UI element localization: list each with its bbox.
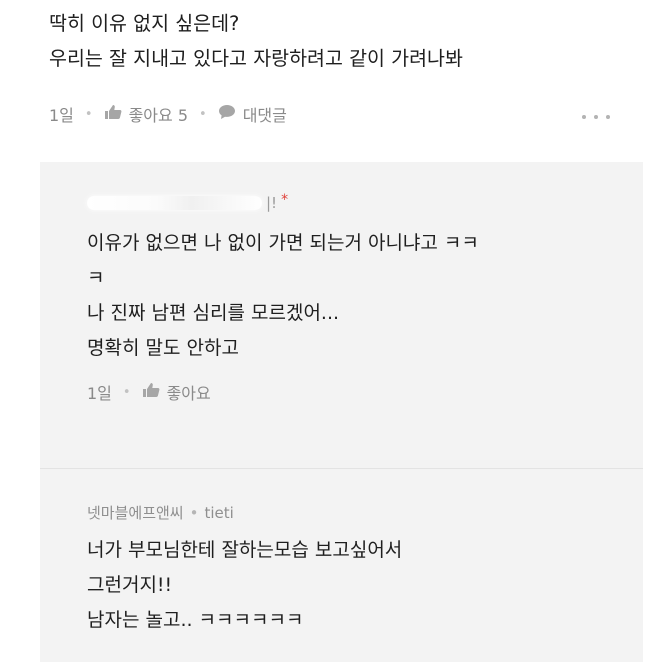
reply-item: |! * 이유가 없으면 나 없이 가면 되는거 아니냐고 ㅋㅋ ㅋ 나 진짜 … (87, 190, 613, 404)
mentioned-user[interactable]: tieti (204, 504, 233, 522)
reply-line: 남자는 놀고.. ㅋㅋㅋㅋㅋㅋ (87, 609, 304, 631)
reply-button[interactable]: 대댓글 (218, 102, 287, 126)
reply-meta: 1일 • 좋아요 (87, 380, 613, 404)
thumbs-up-icon (104, 104, 122, 124)
reply-line: 그런거지!! (87, 574, 173, 596)
author-name[interactable]: 넷마블에프앤씨 (87, 502, 184, 523)
author-name-tail: |! (266, 194, 278, 212)
like-count-label: 좋아요 5 (128, 106, 189, 125)
redacted-author-name (87, 196, 262, 210)
reply-author: 넷마블에프앤씨 • tieti (87, 502, 613, 523)
replies-section: |! * 이유가 없으면 나 없이 가면 되는거 아니냐고 ㅋㅋ ㅋ 나 진짜 … (40, 162, 643, 662)
reply-line: 너가 부모님한테 잘하는모습 보고싶어서 (87, 539, 403, 561)
top-comment-line: 딱히 이유 없지 싶은데? (49, 12, 240, 35)
top-comment-text: 딱히 이유 없지 싶은데? 우리는 잘 지내고 있다고 자랑하려고 같이 가려나… (49, 0, 638, 76)
like-label: 좋아요 (166, 384, 211, 403)
thumbs-up-icon (142, 382, 160, 402)
reply-item: 넷마블에프앤씨 • tieti 너가 부모님한테 잘하는모습 보고싶어서 그런거… (87, 502, 613, 638)
top-comment-line: 우리는 잘 지내고 있다고 자랑하려고 같이 가려나봐 (49, 47, 463, 70)
speech-bubble-icon (218, 104, 236, 124)
reply-line: 이유가 없으면 나 없이 가면 되는거 아니냐고 ㅋㅋ (87, 232, 479, 254)
more-options-icon[interactable] (582, 110, 610, 124)
top-comment: 딱히 이유 없지 싶은데? 우리는 잘 지내고 있다고 자랑하려고 같이 가려나… (49, 0, 638, 76)
comment-time: 1일 (49, 106, 74, 125)
reply-divider (40, 468, 643, 469)
meta-separator: • (84, 106, 93, 122)
like-button[interactable]: 좋아요 (142, 380, 211, 404)
reply-text: 이유가 없으면 나 없이 가면 되는거 아니냐고 ㅋㅋ ㅋ 나 진짜 남편 심리… (87, 226, 613, 366)
reply-text: 너가 부모님한테 잘하는모습 보고싶어서 그런거지!! 남자는 놀고.. ㅋㅋㅋ… (87, 533, 613, 638)
reply-line: 나 진짜 남편 심리를 모르겠어... (87, 302, 340, 324)
reply-author: |! * (87, 190, 613, 216)
top-comment-meta: 1일 • 좋아요 5 • 대댓글 (49, 100, 287, 128)
reply-line: 명확히 말도 안하고 (87, 337, 239, 359)
meta-separator: • (199, 106, 207, 122)
reply-line: ㅋ (87, 267, 105, 289)
meta-separator: • (122, 384, 131, 400)
reply-label: 대댓글 (242, 106, 287, 125)
new-marker: * (281, 192, 289, 208)
like-button[interactable]: 좋아요 5 (104, 102, 188, 126)
reply-time: 1일 (87, 384, 112, 403)
meta-separator: • (189, 503, 199, 522)
